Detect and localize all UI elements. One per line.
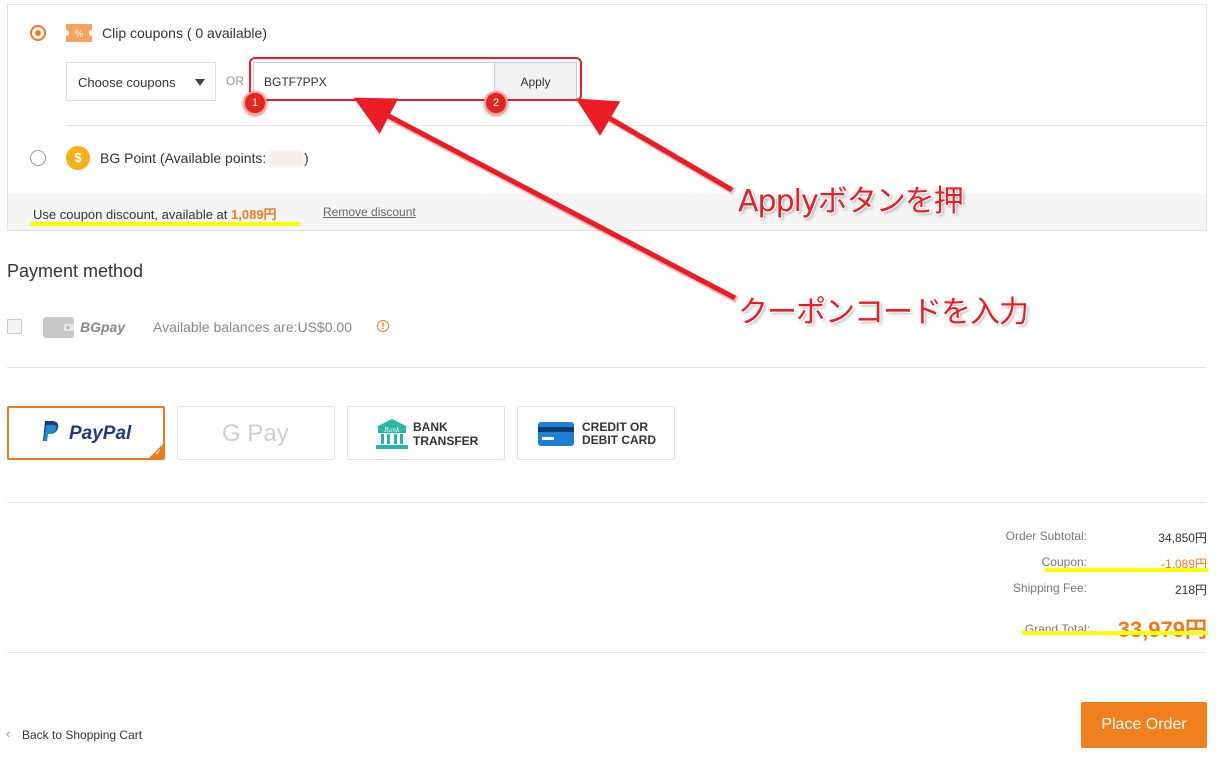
- check-icon: ✓: [154, 447, 162, 457]
- back-to-cart-link[interactable]: Back to Shopping Cart: [22, 728, 142, 742]
- code-annotation: クーポンコードを入力: [738, 295, 1029, 330]
- info-icon[interactable]: !: [377, 320, 389, 332]
- grand-total-highlight: [1022, 631, 1208, 635]
- credit-card-icon: [538, 422, 574, 446]
- summary-divider: [7, 652, 1206, 653]
- coupon-highlight: [1045, 568, 1208, 572]
- chevron-left-icon: ‹: [6, 726, 11, 741]
- gpay-option[interactable]: G Pay: [177, 406, 335, 460]
- payment-method-title: Payment method: [7, 261, 144, 281]
- arrow-to-code: [353, 97, 737, 301]
- paypal-option[interactable]: PayPal ✓: [7, 406, 165, 460]
- payment-divider-2: [7, 502, 1206, 503]
- arrow-to-apply: [575, 98, 734, 193]
- annotation-arrows: [353, 97, 739, 304]
- credit-card-option[interactable]: CREDIT OR DEBIT CARD: [517, 406, 675, 460]
- gpay-label: G Pay: [222, 420, 289, 447]
- subtotal-label: Order Subtotal:: [1005, 529, 1087, 543]
- paypal-label: PayPal: [69, 423, 132, 444]
- card-line2: DEBIT CARD: [582, 433, 656, 447]
- coupon-label: Coupon:: [1041, 555, 1087, 569]
- bank-icon-text: Bank: [383, 427, 400, 434]
- shipping-value: 218円: [1174, 583, 1207, 597]
- paypal-logo-icon: [43, 421, 59, 441]
- place-order-button[interactable]: Place Order: [1081, 702, 1207, 748]
- bank-transfer-option[interactable]: Bank BANK TRANSFER: [347, 406, 505, 460]
- balance-text: Available balances are:US$0.00: [153, 319, 352, 335]
- grand-total-value: 33,979円: [1117, 617, 1207, 642]
- apply-annotation: Applyボタンを押: [738, 184, 964, 219]
- payment-divider-1: [7, 367, 1206, 368]
- card-line1: CREDIT OR: [582, 420, 648, 434]
- bank-line2: TRANSFER: [413, 434, 479, 448]
- subtotal-value: 34,850円: [1158, 531, 1207, 545]
- bgpay-checkbox[interactable]: [7, 319, 22, 334]
- shipping-label: Shipping Fee:: [1012, 581, 1087, 595]
- bank-line1: BANK: [413, 420, 448, 434]
- bgpay-label: BGpay: [80, 319, 126, 335]
- wallet-icon: [43, 317, 74, 338]
- bank-icon: Bank: [376, 419, 408, 449]
